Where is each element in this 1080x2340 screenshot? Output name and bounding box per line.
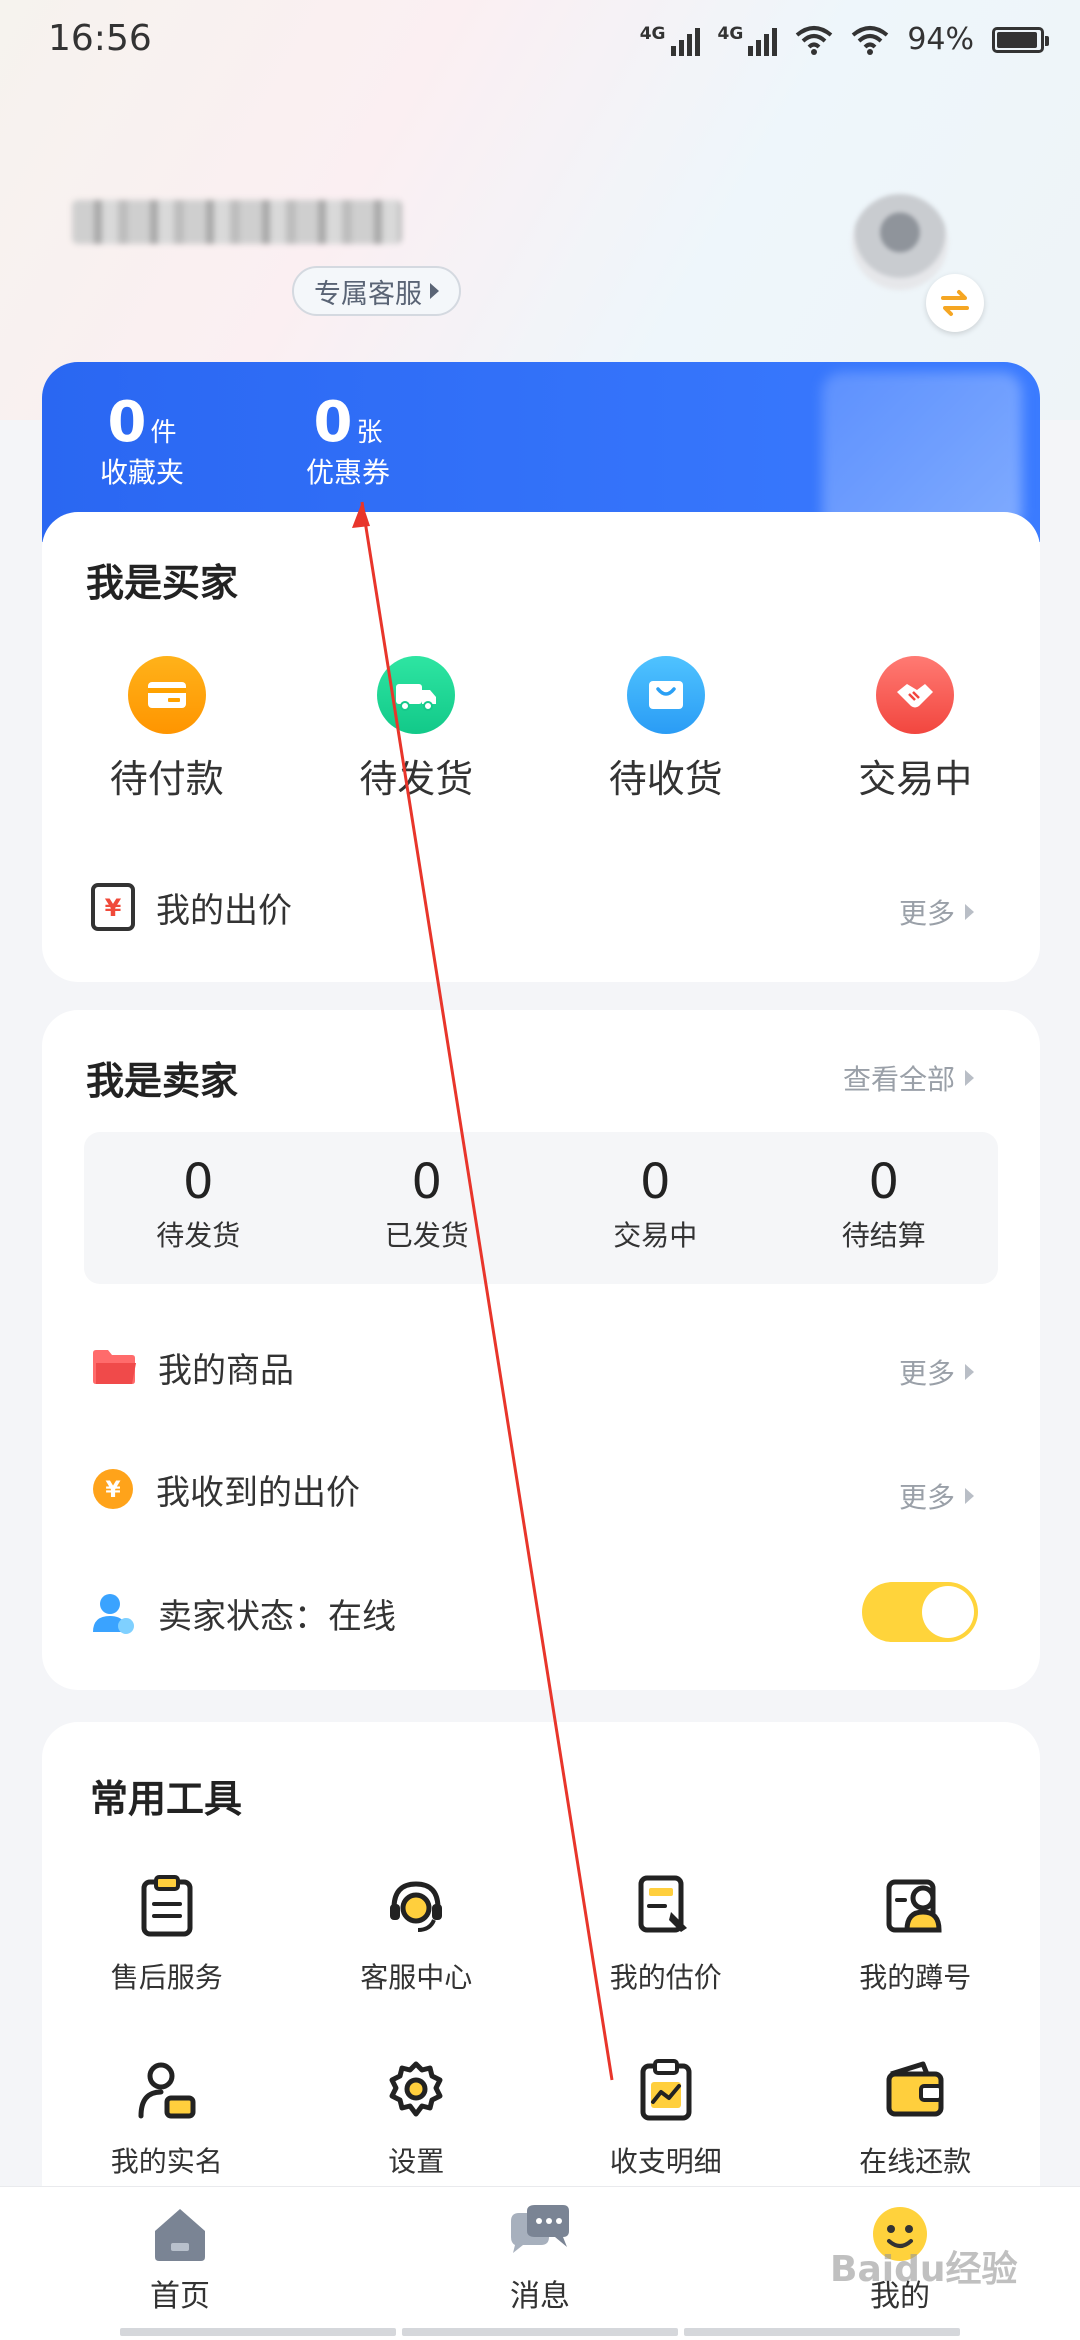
gesture-bar bbox=[0, 2328, 1080, 2336]
gear-icon bbox=[389, 2061, 443, 2117]
bag-icon bbox=[626, 656, 705, 734]
in-transaction-button[interactable]: 交易中 bbox=[791, 656, 1041, 803]
pending-shipment-button[interactable]: 待发货 bbox=[292, 656, 542, 803]
buyer-title: 我是买家 bbox=[86, 561, 239, 605]
exclusive-service-button[interactable]: 专属客服 bbox=[292, 266, 461, 316]
wifi-icon bbox=[796, 25, 833, 55]
seller-card: 我是卖家 查看全部 0 待发货 0 已发货 0 交易中 0 待结算 我的商品 更… bbox=[42, 1010, 1040, 1690]
my-watchlist-button[interactable]: 我的蹲号 bbox=[791, 1874, 1041, 1996]
real-name-button[interactable]: 我的实名 bbox=[42, 2058, 292, 2180]
pending-payment-button[interactable]: 待付款 bbox=[42, 656, 292, 803]
chevron-right-icon bbox=[965, 1364, 974, 1380]
received-bids-more[interactable]: 更多 bbox=[899, 1476, 974, 1516]
battery-percent: 94% bbox=[907, 22, 974, 57]
my-products-more[interactable]: 更多 bbox=[899, 1352, 974, 1392]
my-bids-row[interactable]: ¥ 我的出价 bbox=[90, 872, 992, 942]
coupons-stat[interactable]: 0张 优惠券 bbox=[306, 390, 390, 491]
user-status-icon bbox=[93, 1594, 134, 1634]
my-products-row[interactable]: 我的商品 bbox=[90, 1332, 992, 1402]
folder-icon bbox=[93, 1350, 136, 1384]
status-bar: 16:56 4G 4G 94% bbox=[0, 0, 1080, 84]
seller-stats: 0 待发货 0 已发货 0 交易中 0 待结算 bbox=[84, 1132, 998, 1284]
after-sales-button[interactable]: 售后服务 bbox=[42, 1874, 292, 1996]
user-card-icon bbox=[886, 1879, 942, 1933]
seller-stat-pending-ship[interactable]: 0 待发货 bbox=[84, 1132, 313, 1284]
handshake-icon bbox=[876, 656, 955, 734]
seller-stat-pending-settlement[interactable]: 0 待结算 bbox=[770, 1132, 999, 1284]
clipboard-icon bbox=[141, 1875, 193, 1937]
seller-status-row: 卖家状态：在线 bbox=[90, 1578, 992, 1648]
wallet-icon bbox=[127, 656, 206, 734]
tools-card: 常用工具 售后服务 客服中心 我的估价 我的蹲号 我的实名 设置 收支明细 在线… bbox=[42, 1722, 1040, 2242]
chevron-right-icon bbox=[430, 283, 439, 299]
online-status-toggle[interactable] bbox=[862, 1582, 978, 1642]
my-bids-more[interactable]: 更多 bbox=[899, 892, 974, 932]
signal-icon: 4G bbox=[640, 24, 700, 56]
chevron-right-icon bbox=[965, 1488, 974, 1504]
avatar[interactable] bbox=[852, 194, 948, 290]
yuan-card-icon: ¥ bbox=[91, 883, 135, 931]
seller-stat-in-transaction[interactable]: 0 交易中 bbox=[541, 1132, 770, 1284]
buyer-card: 我是买家 待付款 待发货 待收货 交易中 ¥ 我的出价 更多 bbox=[42, 512, 1040, 982]
income-expense-button[interactable]: 收支明细 bbox=[541, 2058, 791, 2180]
signal-icon-2: 4G bbox=[718, 24, 778, 56]
pending-receipt-button[interactable]: 待收货 bbox=[541, 656, 791, 803]
tools-title: 常用工具 bbox=[90, 1777, 243, 1821]
svg-text:¥: ¥ bbox=[105, 894, 122, 922]
yuan-coin-icon: ¥ bbox=[93, 1469, 133, 1509]
truck-icon bbox=[377, 656, 456, 734]
chevron-right-icon bbox=[965, 1070, 974, 1086]
wallet-outline-icon bbox=[886, 2061, 944, 2117]
ledger-icon bbox=[640, 2059, 692, 2121]
wifi-icon-2 bbox=[852, 25, 889, 55]
nav-home[interactable]: 首页 bbox=[0, 2187, 360, 2340]
chat-icon bbox=[511, 2205, 569, 2253]
chevron-right-icon bbox=[965, 904, 974, 920]
status-time: 16:56 bbox=[48, 18, 152, 59]
banner-decoration bbox=[822, 372, 1022, 532]
seller-title: 我是卖家 bbox=[86, 1059, 239, 1103]
seller-stat-shipped[interactable]: 0 已发货 bbox=[313, 1132, 542, 1284]
switch-account-icon[interactable] bbox=[926, 274, 984, 332]
view-all-link[interactable]: 查看全部 bbox=[843, 1058, 974, 1098]
valuation-doc-icon bbox=[638, 1875, 687, 1933]
username-blurred[interactable] bbox=[72, 200, 402, 244]
home-icon bbox=[155, 2209, 205, 2261]
nav-messages[interactable]: 消息 bbox=[360, 2187, 720, 2340]
battery-icon bbox=[992, 26, 1049, 53]
my-valuation-button[interactable]: 我的估价 bbox=[541, 1874, 791, 1996]
settings-button[interactable]: 设置 bbox=[292, 2058, 542, 2180]
watermark: Baidu经验 bbox=[830, 2249, 1018, 2290]
svg-text:¥: ¥ bbox=[105, 1478, 121, 1503]
customer-service-center-button[interactable]: 客服中心 bbox=[292, 1874, 542, 1996]
received-bids-row[interactable]: ¥ 我收到的出价 bbox=[90, 1454, 992, 1524]
headset-icon bbox=[390, 1881, 443, 1932]
real-name-icon bbox=[138, 2062, 196, 2119]
online-repayment-button[interactable]: 在线还款 bbox=[791, 2058, 1041, 2180]
favorites-stat[interactable]: 0件 收藏夹 bbox=[100, 390, 184, 491]
